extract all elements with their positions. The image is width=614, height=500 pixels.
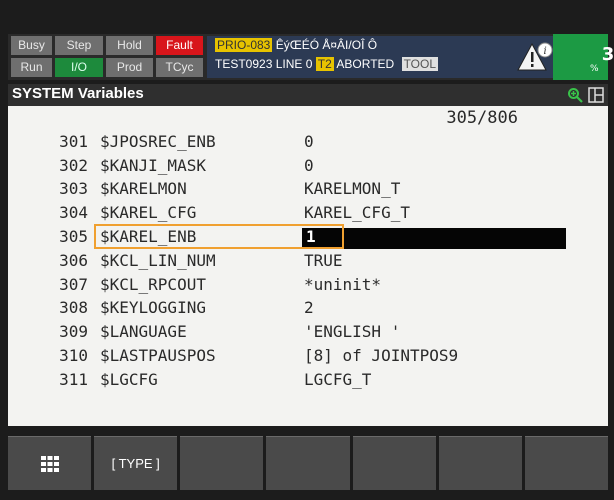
variable-value: TRUE xyxy=(304,251,343,270)
variable-name: $LANGUAGE xyxy=(100,322,187,341)
f5-button[interactable] xyxy=(438,436,522,490)
variable-value: 0 xyxy=(304,132,314,151)
f4-button[interactable] xyxy=(352,436,436,490)
variable-name: $KAREL_CFG xyxy=(100,203,197,222)
mode-badge: T2 xyxy=(315,57,334,71)
teach-pendant-screen: Busy Step Hold Fault Run I/O Prod TCyc P… xyxy=(0,0,614,500)
variable-value: KARELMON_T xyxy=(304,179,401,198)
override-unit: % xyxy=(590,64,599,74)
table-row[interactable]: 304 $KAREL_CFG KAREL_CFG_T xyxy=(8,203,608,226)
zoom-icon[interactable] xyxy=(567,87,583,103)
title-bar: SYSTEM Variables xyxy=(8,84,608,106)
alarm-message-panel[interactable]: PRIO-083 ÊýŒÉÓ Å¤ÂI/OÎ Ô TEST0923 LINE 0… xyxy=(207,36,557,78)
table-row[interactable]: 303 $KARELMON KARELMON_T xyxy=(8,179,608,202)
alarm-line: PRIO-083 ÊýŒÉÓ Å¤ÂI/OÎ Ô xyxy=(215,38,377,52)
program-state: ABORTED xyxy=(336,57,395,71)
function-key-bar: [ TYPE ] xyxy=(8,436,608,490)
tool-badge: TOOL xyxy=(401,57,439,71)
row-number: 311 xyxy=(59,370,88,389)
table-row[interactable]: 311 $LGCFG LGCFG_T xyxy=(8,370,608,393)
selected-name-outline xyxy=(94,224,344,249)
f3-button[interactable] xyxy=(266,436,350,490)
variable-name: $LASTPAUSPOS xyxy=(100,346,216,365)
led-busy: Busy xyxy=(11,36,52,55)
led-prod: Prod xyxy=(106,58,153,77)
table-row[interactable]: 301 $JPOSREC_ENB 0 xyxy=(8,132,608,155)
svg-text:i: i xyxy=(544,46,547,57)
led-tcyc: TCyc xyxy=(156,58,203,77)
variable-list: 305/806 301 $JPOSREC_ENB 0 302 $KANJI_MA… xyxy=(8,106,608,426)
led-io: I/O xyxy=(55,58,103,77)
program-status-line: TEST0923 LINE 0 T2 ABORTED TOOL xyxy=(215,57,439,71)
override-value: 3 xyxy=(601,44,614,65)
variable-value: 'ENGLISH ' xyxy=(304,322,401,341)
variable-value: 0 xyxy=(304,156,314,175)
f6-button[interactable] xyxy=(524,436,608,490)
row-number: 309 xyxy=(59,322,88,341)
grid-menu-icon xyxy=(40,455,59,472)
warning-icon[interactable]: i xyxy=(517,40,553,74)
f2-button[interactable] xyxy=(180,436,264,490)
row-number: 306 xyxy=(59,251,88,270)
override-counter[interactable]: 3 % xyxy=(553,34,614,80)
variable-value: 2 xyxy=(304,298,314,317)
row-number: 308 xyxy=(59,298,88,317)
led-run: Run xyxy=(11,58,52,77)
led-step: Step xyxy=(55,36,103,55)
variable-value: *uninit* xyxy=(304,275,382,294)
variable-name: $KCL_RPCOUT xyxy=(100,275,206,294)
table-row[interactable]: 308 $KEYLOGGING 2 xyxy=(8,298,608,321)
window-split-icon[interactable] xyxy=(588,87,604,103)
row-number: 305 xyxy=(59,227,88,246)
variable-name: $JPOSREC_ENB xyxy=(100,132,216,151)
table-row[interactable]: 302 $KANJI_MASK 0 xyxy=(8,156,608,179)
variable-name: $KARELMON xyxy=(100,179,187,198)
row-number: 310 xyxy=(59,346,88,365)
variable-name: $LGCFG xyxy=(100,370,158,389)
page-title: SYSTEM Variables xyxy=(12,85,144,102)
variable-name: $KCL_LIN_NUM xyxy=(100,251,216,270)
page-indicator: 305/806 xyxy=(446,108,518,128)
status-bar: Busy Step Hold Fault Run I/O Prod TCyc P… xyxy=(8,34,614,80)
row-number: 301 xyxy=(59,132,88,151)
row-number: 307 xyxy=(59,275,88,294)
variable-name: $KANJI_MASK xyxy=(100,156,206,175)
row-number: 304 xyxy=(59,203,88,222)
variable-value: KAREL_CFG_T xyxy=(304,203,410,222)
variable-value: [8] of JOINTPOS9 xyxy=(304,346,459,365)
table-row[interactable]: 310 $LASTPAUSPOS [8] of JOINTPOS9 xyxy=(8,346,608,369)
table-row[interactable]: 309 $LANGUAGE 'ENGLISH ' xyxy=(8,322,608,345)
type-button[interactable]: [ TYPE ] xyxy=(94,436,178,490)
menu-grid-button[interactable] xyxy=(8,436,92,490)
program-line: TEST0923 LINE 0 xyxy=(215,57,313,71)
prio-message: ÊýŒÉÓ Å¤ÂI/OÎ Ô xyxy=(275,38,378,52)
prio-tag: PRIO-083 xyxy=(215,38,273,52)
row-number: 303 xyxy=(59,179,88,198)
table-row[interactable]: 306 $KCL_LIN_NUM TRUE xyxy=(8,251,608,274)
row-number: 302 xyxy=(59,156,88,175)
led-hold: Hold xyxy=(106,36,153,55)
variable-value: LGCFG_T xyxy=(304,370,372,389)
led-fault: Fault xyxy=(156,36,203,55)
table-row[interactable]: 307 $KCL_RPCOUT *uninit* xyxy=(8,275,608,298)
variable-name: $KEYLOGGING xyxy=(100,298,206,317)
